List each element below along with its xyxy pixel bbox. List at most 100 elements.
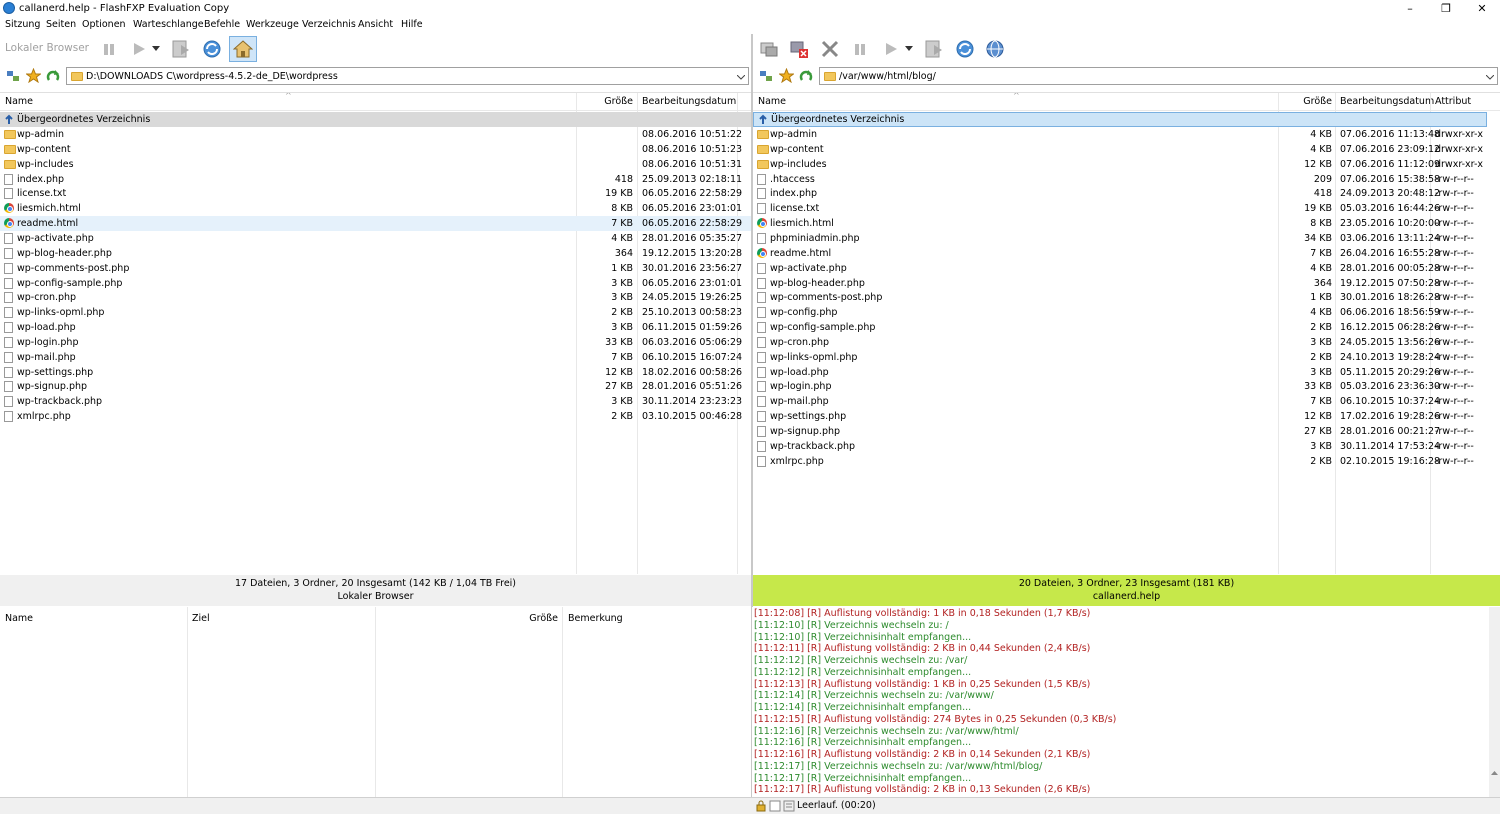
- remote-path-input[interactable]: /var/www/html/blog/: [819, 67, 1498, 85]
- transfer-button[interactable]: [128, 38, 150, 60]
- cell-size: 418: [614, 173, 633, 185]
- star-icon[interactable]: [778, 67, 795, 86]
- file-row[interactable]: wp-trackback.php 3 KB 30.11.2014 23:23:23: [0, 394, 751, 409]
- pause-button-remote[interactable]: [849, 38, 871, 60]
- menu-optionen[interactable]: Optionen: [82, 19, 126, 30]
- file-row[interactable]: readme.html 7 KB 26.04.2016 16:55:28 -rw-r-…: [753, 246, 1500, 261]
- go-up-icon[interactable]: [799, 69, 813, 86]
- folder-row[interactable]: wp-admin 4 KB 07.06.2016 11:13:48 drwxr-xr-…: [753, 127, 1500, 142]
- close-window-button[interactable]: ✕: [1464, 0, 1500, 18]
- parent-directory-row[interactable]: Übergeordnetes Verzeichnis: [753, 112, 1487, 127]
- home-button[interactable]: [229, 36, 257, 62]
- file-row[interactable]: wp-load.php 3 KB 06.11.2015 01:59:26: [0, 320, 751, 335]
- upload-button[interactable]: [170, 38, 192, 60]
- local-path-input[interactable]: D:\DOWNLOADS C\wordpress-4.5.2-de_DE\wor…: [66, 67, 749, 85]
- queue-column-size[interactable]: Größe: [500, 610, 558, 628]
- file-row[interactable]: wp-blog-header.php 364 19.12.2015 13:20:28: [0, 246, 751, 261]
- file-row[interactable]: wp-links-opml.php 2 KB 24.10.2013 19:28:24…: [753, 350, 1500, 365]
- queue-column-remark[interactable]: Bemerkung: [568, 610, 623, 628]
- file-row[interactable]: xmlrpc.php 2 KB 02.10.2015 19:16:28 -rw-r--…: [753, 454, 1500, 469]
- menu-seiten[interactable]: Seiten: [46, 19, 76, 30]
- file-row[interactable]: wp-login.php 33 KB 06.03.2016 05:06:29: [0, 335, 751, 350]
- file-row[interactable]: wp-config.php 4 KB 06.06.2016 18:56:59 -rw-…: [753, 305, 1500, 320]
- chevron-down-icon[interactable]: [736, 73, 746, 84]
- file-row[interactable]: wp-blog-header.php 364 19.12.2015 07:50:28…: [753, 276, 1500, 291]
- abort-button[interactable]: [819, 38, 841, 60]
- pause-button[interactable]: [98, 38, 120, 60]
- file-row[interactable]: wp-signup.php 27 KB 28.01.2016 05:51:26: [0, 379, 751, 394]
- transfer-button-remote[interactable]: [880, 38, 902, 60]
- refresh-button[interactable]: [201, 38, 223, 60]
- favorites-icon[interactable]: [759, 69, 773, 86]
- file-row[interactable]: license.txt 19 KB 06.05.2016 22:58:29: [0, 186, 751, 201]
- file-row[interactable]: wp-load.php 3 KB 05.11.2015 20:29:26 -rw-r-…: [753, 365, 1500, 380]
- column-name[interactable]: Name: [758, 93, 786, 111]
- file-row[interactable]: wp-settings.php 12 KB 18.02.2016 00:58:26: [0, 365, 751, 380]
- folder-row[interactable]: wp-includes 08.06.2016 10:51:31: [0, 157, 751, 172]
- folder-row[interactable]: wp-content 4 KB 07.06.2016 23:09:12 drwxr-x…: [753, 142, 1500, 157]
- cell-date: 08.06.2016 10:51:23: [642, 143, 743, 155]
- file-row[interactable]: wp-mail.php 7 KB 06.10.2015 10:37:24 -rw-r-…: [753, 394, 1500, 409]
- menu-ansicht[interactable]: Ansicht: [358, 19, 393, 30]
- file-row[interactable]: .htaccess 209 07.06.2016 15:38:58 -rw-r--r-…: [753, 172, 1500, 187]
- transfer-dropdown[interactable]: [150, 38, 162, 60]
- file-row[interactable]: readme.html 7 KB 06.05.2016 22:58:29: [0, 216, 751, 232]
- queue-column-name[interactable]: Name: [5, 610, 33, 628]
- folder-row[interactable]: wp-content 08.06.2016 10:51:23: [0, 142, 751, 157]
- folder-row[interactable]: wp-admin 08.06.2016 10:51:22: [0, 127, 751, 142]
- menu-sitzung[interactable]: Sitzung: [5, 19, 40, 30]
- file-row[interactable]: wp-comments-post.php 1 KB 30.01.2016 23:56…: [0, 261, 751, 276]
- file-row[interactable]: liesmich.html 8 KB 23.05.2016 10:20:00 -rw-…: [753, 216, 1500, 231]
- chevron-down-icon[interactable]: [1485, 73, 1495, 84]
- file-row[interactable]: wp-config-sample.php 2 KB 16.12.2015 06:28…: [753, 320, 1500, 335]
- file-row[interactable]: index.php 418 25.09.2013 02:18:11: [0, 172, 751, 187]
- site-manager-button[interactable]: [984, 38, 1006, 60]
- file-row[interactable]: wp-comments-post.php 1 KB 30.01.2016 18:26…: [753, 290, 1500, 305]
- file-row[interactable]: wp-mail.php 7 KB 06.10.2015 16:07:24: [0, 350, 751, 365]
- column-size[interactable]: Größe: [578, 93, 633, 111]
- menu-warteschlange[interactable]: Warteschlange: [133, 19, 204, 30]
- download-button[interactable]: [923, 38, 945, 60]
- file-row[interactable]: wp-config-sample.php 3 KB 06.05.2016 23:01…: [0, 276, 751, 291]
- menu-werkzeuge[interactable]: Werkzeuge: [246, 19, 299, 30]
- go-up-icon[interactable]: [46, 69, 60, 86]
- file-row[interactable]: license.txt 19 KB 05.03.2016 16:44:26 -rw-r…: [753, 201, 1500, 216]
- file-row[interactable]: wp-settings.php 12 KB 17.02.2016 19:28:26-…: [753, 409, 1500, 424]
- star-icon[interactable]: [25, 67, 42, 86]
- cell-size: 4 KB: [1310, 307, 1332, 319]
- maximize-button[interactable]: ❐: [1428, 0, 1464, 18]
- connect-button[interactable]: [758, 38, 780, 60]
- menu-verzeichnis[interactable]: Verzeichnis: [302, 19, 356, 30]
- parent-directory-row[interactable]: Übergeordnetes Verzeichnis: [0, 112, 751, 127]
- queue-column-target[interactable]: Ziel: [192, 610, 210, 628]
- column-attribute[interactable]: Attribut: [1435, 93, 1471, 111]
- chrome-html-icon: [4, 203, 14, 214]
- file-row[interactable]: wp-signup.php 27 KB 28.01.2016 00:21:27 -rw…: [753, 424, 1500, 439]
- window-title: callanerd.help - FlashFXP Evaluation Cop…: [19, 3, 230, 14]
- folder-row[interactable]: wp-includes 12 KB 07.06.2016 11:12:09 drwxr…: [753, 157, 1500, 172]
- transfer-dropdown-remote[interactable]: [903, 38, 915, 60]
- file-row[interactable]: wp-activate.php 4 KB 28.01.2016 00:05:28 -r…: [753, 261, 1500, 276]
- column-date[interactable]: Bearbeitungsdatum: [642, 93, 736, 111]
- file-row[interactable]: xmlrpc.php 2 KB 03.10.2015 00:46:28: [0, 409, 751, 424]
- file-row[interactable]: wp-cron.php 3 KB 24.05.2015 13:56:26 -rw-r-…: [753, 335, 1500, 350]
- disconnect-button[interactable]: [788, 38, 810, 60]
- file-row[interactable]: wp-activate.php 4 KB 28.01.2016 05:35:27: [0, 231, 751, 246]
- file-row[interactable]: liesmich.html 8 KB 06.05.2016 23:01:01: [0, 201, 751, 216]
- menu-hilfe[interactable]: Hilfe: [401, 19, 423, 30]
- file-row[interactable]: wp-login.php 33 KB 05.03.2016 23:36:30 -rw-…: [753, 379, 1500, 394]
- refresh-button-remote[interactable]: [954, 38, 976, 60]
- local-status-bar: 17 Dateien, 3 Ordner, 20 Insgesamt (142 …: [0, 575, 751, 606]
- favorites-icon[interactable]: [6, 69, 20, 86]
- minimize-button[interactable]: –: [1392, 0, 1428, 18]
- menu-befehle[interactable]: Befehle: [204, 19, 240, 30]
- file-row[interactable]: phpminiadmin.php 34 KB 03.06.2016 13:11:24…: [753, 231, 1500, 246]
- file-row[interactable]: index.php 418 24.09.2013 20:48:12 -rw-r--r-…: [753, 186, 1500, 201]
- column-name[interactable]: Name: [5, 93, 33, 111]
- file-row[interactable]: wp-trackback.php 3 KB 30.11.2014 17:53:24-…: [753, 439, 1500, 454]
- log-scrollbar[interactable]: [1489, 607, 1500, 797]
- file-row[interactable]: wp-links-opml.php 2 KB 25.10.2013 00:58:23: [0, 305, 751, 320]
- file-row[interactable]: wp-cron.php 3 KB 24.05.2015 19:26:25: [0, 290, 751, 305]
- column-date[interactable]: Bearbeitungsdatum: [1340, 93, 1434, 111]
- column-size[interactable]: Größe: [1281, 93, 1332, 111]
